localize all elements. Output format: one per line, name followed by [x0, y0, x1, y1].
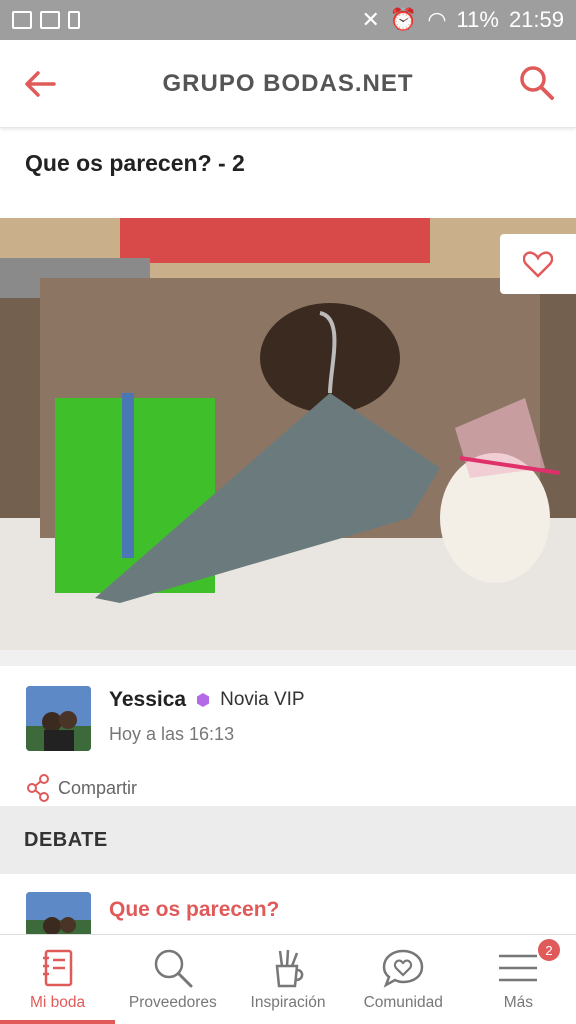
post-time: Hoy a las 16:13 — [109, 724, 235, 744]
tab-mas[interactable]: Más 2 — [461, 935, 576, 1024]
tab-label: Comunidad — [363, 994, 443, 1011]
tab-proveedores[interactable]: Proveedores — [115, 935, 230, 1024]
tab-mi-boda[interactable]: Mi boda — [0, 935, 116, 1024]
favorite-button[interactable] — [500, 234, 576, 294]
avatar[interactable] — [26, 686, 91, 751]
post-photo[interactable] — [0, 218, 576, 650]
status-bar: ✕ ⏰ ◠ 11% 21:59 — [0, 0, 576, 40]
section-header: DEBATE — [0, 806, 576, 874]
image-notification-icon — [12, 11, 32, 29]
search-icon — [520, 66, 554, 100]
app-bar: GRUPO BODAS.NET — [0, 40, 576, 128]
share-button[interactable]: Compartir — [26, 774, 137, 802]
share-icon — [27, 774, 49, 802]
notebook-icon — [42, 949, 72, 987]
mute-icon: ✕ — [361, 7, 380, 32]
battery-level: 11% — [456, 7, 499, 32]
tab-comunidad[interactable]: Comunidad — [346, 935, 461, 1024]
related-post-title[interactable]: Que os parecen? — [109, 898, 279, 922]
avatar — [26, 892, 91, 934]
bottom-tab-bar: Mi boda Proveedores Inspiración Comunida… — [0, 934, 576, 1024]
chat-heart-icon — [382, 949, 424, 988]
photo-image — [0, 218, 576, 650]
tab-label: Mi boda — [30, 994, 86, 1011]
post-title: Que os parecen? - 2 — [25, 150, 245, 176]
tab-label: Más — [503, 994, 534, 1011]
author-name[interactable]: Yessica — [109, 688, 186, 712]
related-post[interactable]: Que os parecen? — [26, 892, 279, 934]
post-author: Yessica Novia VIP Hoy a las 16:13 — [26, 686, 305, 751]
wifi-icon: ◠ — [427, 7, 447, 32]
avatar-image — [26, 892, 91, 934]
separator — [0, 650, 576, 666]
vip-label: Novia VIP — [220, 689, 305, 710]
back-arrow-icon — [25, 71, 56, 97]
pencil-cup-icon — [275, 949, 304, 988]
search-icon — [154, 949, 193, 988]
heart-icon — [523, 251, 553, 278]
share-label: Compartir — [58, 777, 138, 798]
alarm-icon: ⏰ — [389, 7, 418, 32]
avatar-image — [26, 686, 91, 751]
alert-notification-icon — [40, 11, 60, 29]
tab-label: Inspiración — [250, 994, 326, 1011]
back-button[interactable] — [22, 66, 58, 102]
search-button[interactable] — [518, 64, 556, 102]
tab-label: Proveedores — [128, 994, 217, 1011]
status-time: 21:59 — [508, 7, 564, 32]
warning-notification-icon — [68, 11, 80, 29]
menu-icon — [499, 954, 538, 982]
app-title: GRUPO BODAS.NET — [162, 69, 414, 97]
notification-badge: 2 — [538, 939, 561, 961]
tab-inspiracion[interactable]: Inspiración — [230, 935, 345, 1024]
vip-badge-icon — [197, 693, 210, 707]
